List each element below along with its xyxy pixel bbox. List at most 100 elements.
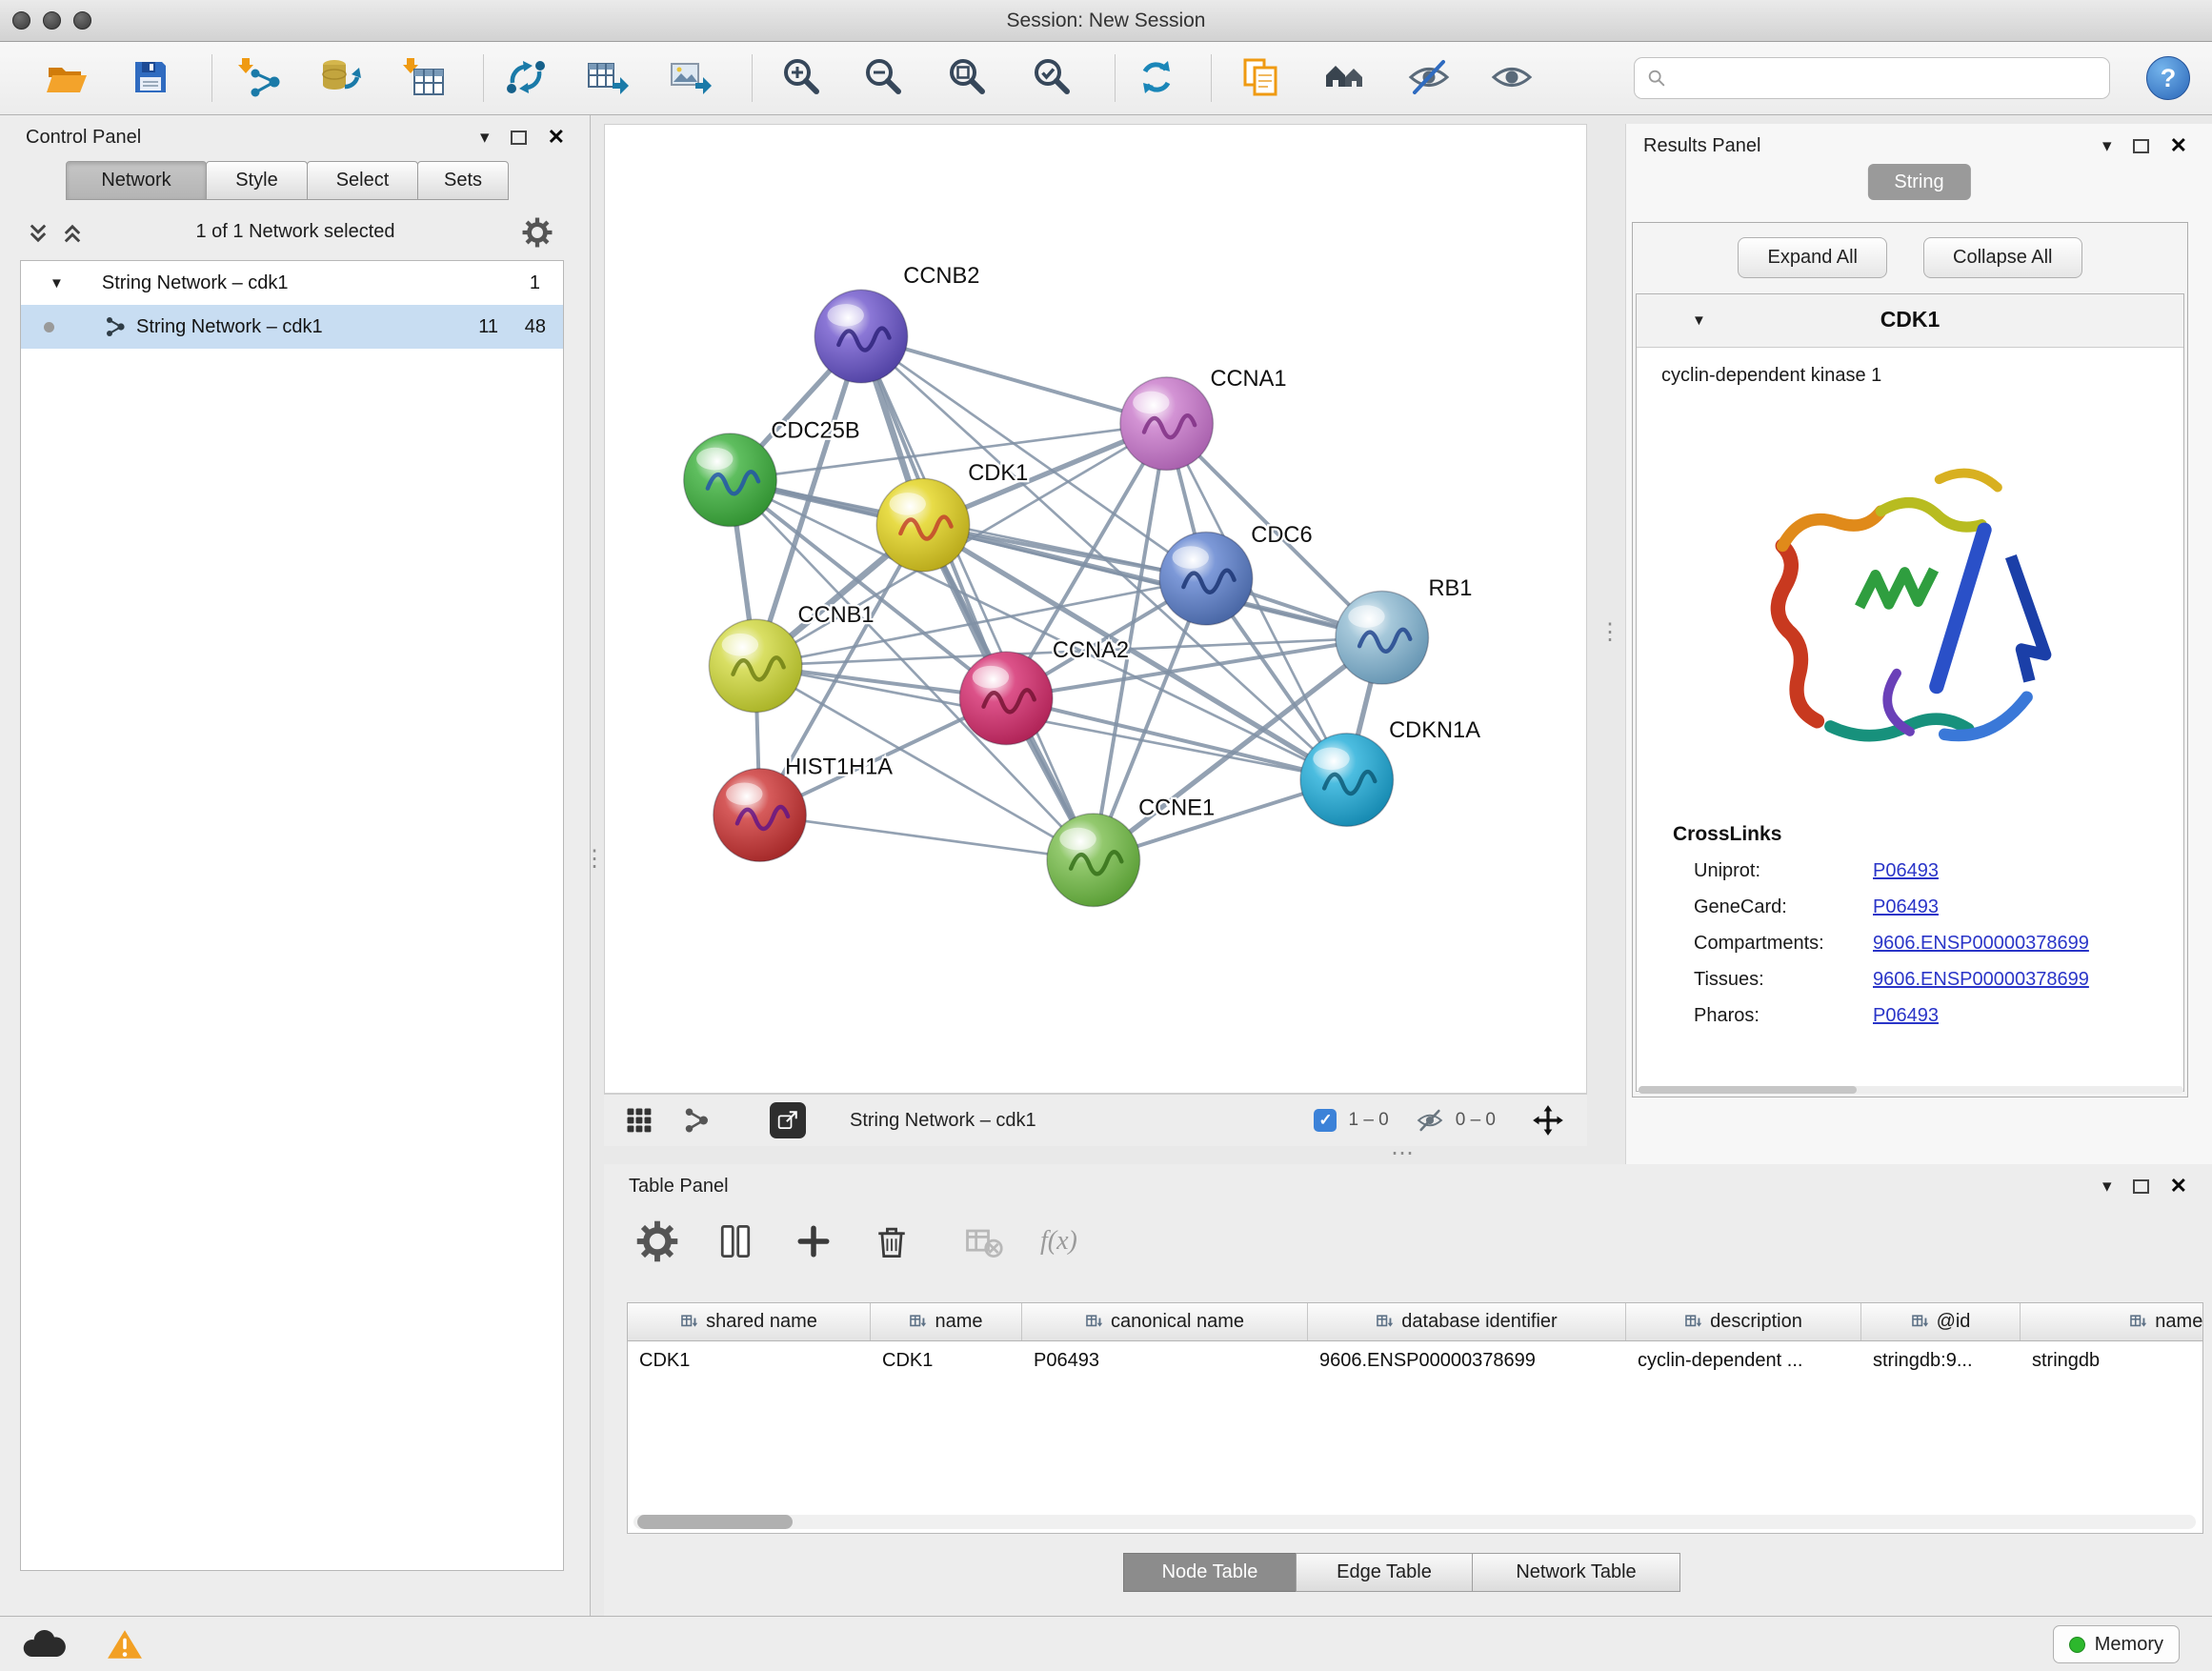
function-builder-button[interactable]: f(x) [1040,1226,1077,1257]
table-horizontal-scrollbar[interactable] [633,1515,2196,1529]
tab-style[interactable]: Style [206,161,308,200]
import-network-from-file-button[interactable] [231,50,287,106]
pan-crosshair-icon[interactable] [1530,1102,1566,1138]
network-node-CCNB1[interactable] [709,619,802,713]
panel-close-icon[interactable]: ✕ [2170,135,2187,156]
panel-close-icon[interactable]: ✕ [548,127,565,148]
hide-graphics-button[interactable] [1401,50,1457,106]
refresh-view-button[interactable] [1129,50,1184,106]
help-button[interactable]: ? [2146,56,2190,100]
panel-maximize-icon[interactable] [2133,139,2149,153]
network-node-CCNA1[interactable] [1120,377,1214,471]
zoom-selected-button[interactable] [1024,50,1079,106]
network-collection-row[interactable]: ▼ String Network – cdk1 1 [21,261,563,305]
show-graphics-button[interactable] [1484,50,1539,106]
edge-CCNA2-CDKN1A[interactable] [1006,698,1347,780]
selected-nodes-checkbox-icon[interactable]: ✓ [1314,1109,1337,1132]
open-session-button[interactable] [38,50,93,106]
export-view-button[interactable] [770,1102,806,1138]
warning-icon[interactable] [107,1627,143,1661]
column-header-shared-name[interactable]: shared name [628,1303,871,1340]
splitter-handle-vertical[interactable]: ⋮ [583,848,606,871]
tab-network[interactable]: Network [66,161,207,200]
tab-node-table[interactable]: Node Table [1123,1553,1297,1592]
cell-description[interactable]: cyclin-dependent ... [1626,1341,1861,1379]
table-row[interactable]: CDK1 CDK1 P06493 9606.ENSP00000378699 cy… [628,1341,2202,1379]
new-network-button[interactable] [498,50,553,106]
network-node-CCNA2[interactable] [959,652,1053,745]
column-header-name[interactable]: name [871,1303,1022,1340]
panel-close-icon[interactable]: ✕ [2170,1176,2187,1197]
tab-network-table[interactable]: Network Table [1472,1553,1680,1592]
network-node-CDC25B[interactable] [684,433,777,527]
panel-float-icon[interactable]: ▾ [2102,137,2112,155]
disclosure-triangle-icon[interactable]: ▼ [50,275,64,292]
network-node-CDC6[interactable] [1159,532,1253,625]
network-node-CDKN1A[interactable] [1300,734,1394,827]
zoom-fit-button[interactable] [939,50,995,106]
tab-select[interactable]: Select [307,161,418,200]
column-header-id[interactable]: @id [1861,1303,2021,1340]
tab-edge-table[interactable]: Edge Table [1296,1553,1473,1592]
column-header-description[interactable]: description [1626,1303,1861,1340]
results-scrollbar[interactable] [1639,1086,2183,1094]
crosslink-link[interactable]: 9606.ENSP00000378699 [1873,969,2089,991]
edge-CCNB2-CCNE1[interactable] [861,336,1094,860]
zoom-out-button[interactable] [855,50,911,106]
zoom-in-button[interactable] [774,50,829,106]
expand-all-button[interactable]: Expand All [1738,237,1887,278]
import-network-from-database-button[interactable] [312,50,367,106]
column-header-namespace[interactable]: namespace [2021,1303,2203,1340]
network-node-CCNB2[interactable] [814,290,908,383]
import-table-from-file-button[interactable] [396,50,452,106]
column-header-canonical-name[interactable]: canonical name [1022,1303,1308,1340]
crosslink-link[interactable]: 9606.ENSP00000378699 [1873,933,2089,955]
home-button[interactable] [1317,50,1373,106]
network-node-RB1[interactable] [1336,592,1429,685]
crosslink-link[interactable]: P06493 [1873,1005,1939,1027]
network-options-gear-icon[interactable] [522,217,553,248]
network-row[interactable]: String Network – cdk1 11 48 [21,305,563,349]
table-settings-gear-icon[interactable] [636,1220,678,1262]
memory-button[interactable]: Memory [2053,1625,2180,1663]
grid-view-icon[interactable] [625,1106,654,1135]
export-network-button[interactable] [580,50,635,106]
copy-button[interactable] [1233,50,1288,106]
splitter-handle-horizontal[interactable]: ⋯ [1391,1142,1414,1165]
cell-name[interactable]: CDK1 [871,1341,1022,1379]
edge-CCNB2-CCNA1[interactable] [861,336,1167,424]
table-scrollbar-thumb[interactable] [637,1515,793,1529]
splitter-handle-vertical[interactable]: ⋮ [1599,621,1621,644]
add-column-plus-icon[interactable] [793,1220,835,1262]
panel-maximize-icon[interactable] [2133,1179,2149,1194]
network-node-CDK1[interactable] [876,478,970,572]
cell-database-identifier[interactable]: 9606.ENSP00000378699 [1308,1341,1626,1379]
network-graph[interactable]: CCNB2CCNA1CDC25BCDK1CDC6RB1CCNB1CCNA2CDK… [605,125,1586,1093]
network-canvas[interactable]: CCNB2CCNA1CDC25BCDK1CDC6RB1CCNB1CCNA2CDK… [604,124,1587,1094]
crosslink-link[interactable]: P06493 [1873,896,1939,918]
save-session-button[interactable] [123,50,178,106]
cell-id[interactable]: stringdb:9... [1861,1341,2021,1379]
panel-float-icon[interactable]: ▾ [2102,1178,2112,1196]
edge-HIST1H1A-CCNE1[interactable] [760,815,1094,859]
delete-column-trash-icon[interactable] [871,1220,913,1262]
hidden-eye-slash-icon[interactable] [1416,1106,1444,1135]
panel-maximize-icon[interactable] [511,131,527,145]
cell-namespace[interactable]: stringdb [2021,1341,2203,1379]
panel-float-icon[interactable]: ▾ [480,129,490,147]
protein-header-row[interactable]: ▼ CDK1 [1637,294,2183,348]
collapse-all-button[interactable]: Collapse All [1923,237,2082,278]
cloud-status-icon[interactable] [21,1627,67,1661]
network-node-HIST1H1A[interactable] [714,769,807,862]
column-header-database-identifier[interactable]: database identifier [1308,1303,1626,1340]
search-input[interactable] [1675,68,2098,90]
export-image-button[interactable] [663,50,718,106]
results-scrollbar-thumb[interactable] [1639,1086,1857,1094]
show-columns-icon[interactable] [714,1220,756,1262]
cell-canonical-name[interactable]: P06493 [1022,1341,1308,1379]
search-box[interactable] [1634,57,2110,99]
string-share-icon[interactable] [682,1106,711,1135]
network-node-CCNE1[interactable] [1047,814,1140,907]
tab-string[interactable]: String [1867,164,1970,200]
cell-shared-name[interactable]: CDK1 [628,1341,871,1379]
